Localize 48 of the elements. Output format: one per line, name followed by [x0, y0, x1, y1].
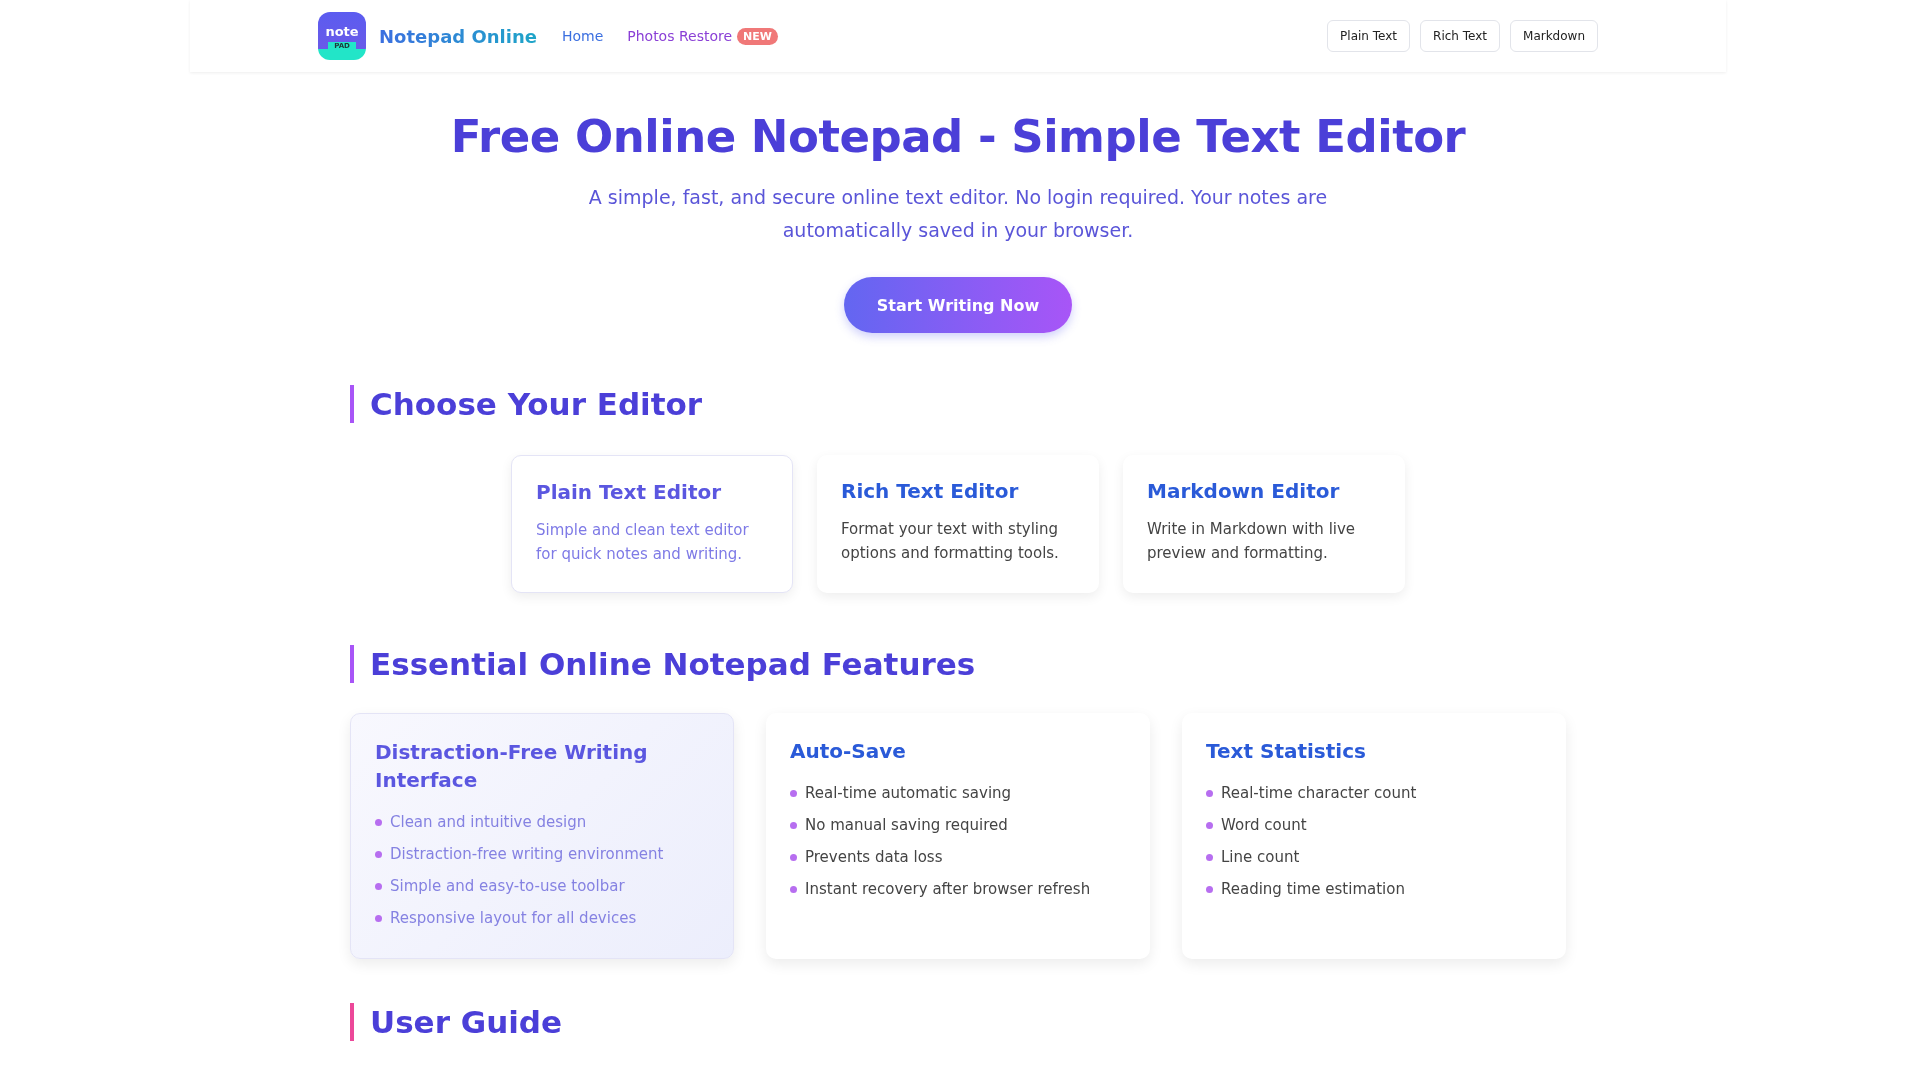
new-badge: NEW [737, 27, 778, 45]
feature-item: Instant recovery after browser refresh [805, 879, 1091, 900]
nav-link[interactable]: Home [561, 28, 604, 44]
bullet-icon [790, 853, 797, 861]
feature-item: Clean and intuitive design [390, 812, 587, 833]
feature-item: No manual saving required [805, 815, 1008, 836]
feature-item: Word count [1221, 815, 1307, 836]
bullet-icon [790, 821, 797, 829]
card-title: Distraction-Free Writing Interface [375, 739, 649, 794]
bullet-icon [375, 850, 382, 858]
bullet-icon [790, 789, 797, 797]
editor-button[interactable]: Markdown [1510, 20, 1598, 52]
bullet-icon [1206, 853, 1213, 861]
feature-item: Real-time automatic saving [805, 783, 1012, 804]
editor-card[interactable]: Markdown Editor Write in Markdown with live preview and formatting. [1123, 455, 1405, 593]
card-title: Text Statistics [1206, 738, 1367, 765]
start-writing-button[interactable]: Start Writing Now [844, 277, 1072, 333]
nav-link[interactable]: Photos Restore [627, 28, 733, 44]
bullet-icon [790, 885, 797, 893]
page-title: Free Online Notepad - Simple Text Editor [450, 110, 1466, 163]
bullet-icon [375, 818, 382, 826]
page-subtitle: A simple, fast, and secure online text editor. No login required. Your notes are automatically saved in your browser. [587, 185, 1329, 243]
bullet-icon [1206, 885, 1213, 893]
bullet-icon [1206, 821, 1213, 829]
bullet-icon [375, 882, 382, 890]
feature-item: Simple and easy-to-use toolbar [390, 876, 625, 897]
bullet-icon [375, 914, 382, 922]
bullet-icon [1206, 789, 1213, 797]
feature-item: Real-time character count [1221, 783, 1417, 804]
feature-item: Line count [1221, 847, 1300, 868]
editor-button[interactable]: Rich Text [1420, 20, 1501, 52]
card-description: Format your text with styling options and formatting tools. [841, 519, 1060, 564]
section-heading: User Guide [350, 1003, 1566, 1041]
card-description: Write in Markdown with live preview and formatting. [1147, 519, 1357, 564]
feature-item: Distraction-free writing environment [390, 844, 664, 865]
editor-card[interactable]: Plain Text Editor Simple and clean text editor for quick notes and writing. [511, 455, 793, 593]
card-title: Auto-Save [790, 738, 907, 765]
card-description: Simple and clean text editor for quick notes and writing. [536, 520, 750, 565]
section-heading: Choose Your Editor [350, 385, 1566, 423]
feature-item: Prevents data loss [805, 847, 943, 868]
card-title: Markdown Editor [1147, 479, 1341, 503]
card-title: Rich Text Editor [841, 479, 1020, 503]
feature-item: Responsive layout for all devices [390, 908, 637, 929]
feature-item: Reading time estimation [1221, 879, 1405, 900]
card-title: Plain Text Editor [536, 480, 723, 504]
section-heading: Essential Online Notepad Features [350, 645, 1566, 683]
editor-card[interactable]: Rich Text Editor Format your text with styling options and formatting tools. [817, 455, 1099, 593]
editor-button[interactable]: Plain Text [1327, 20, 1411, 52]
